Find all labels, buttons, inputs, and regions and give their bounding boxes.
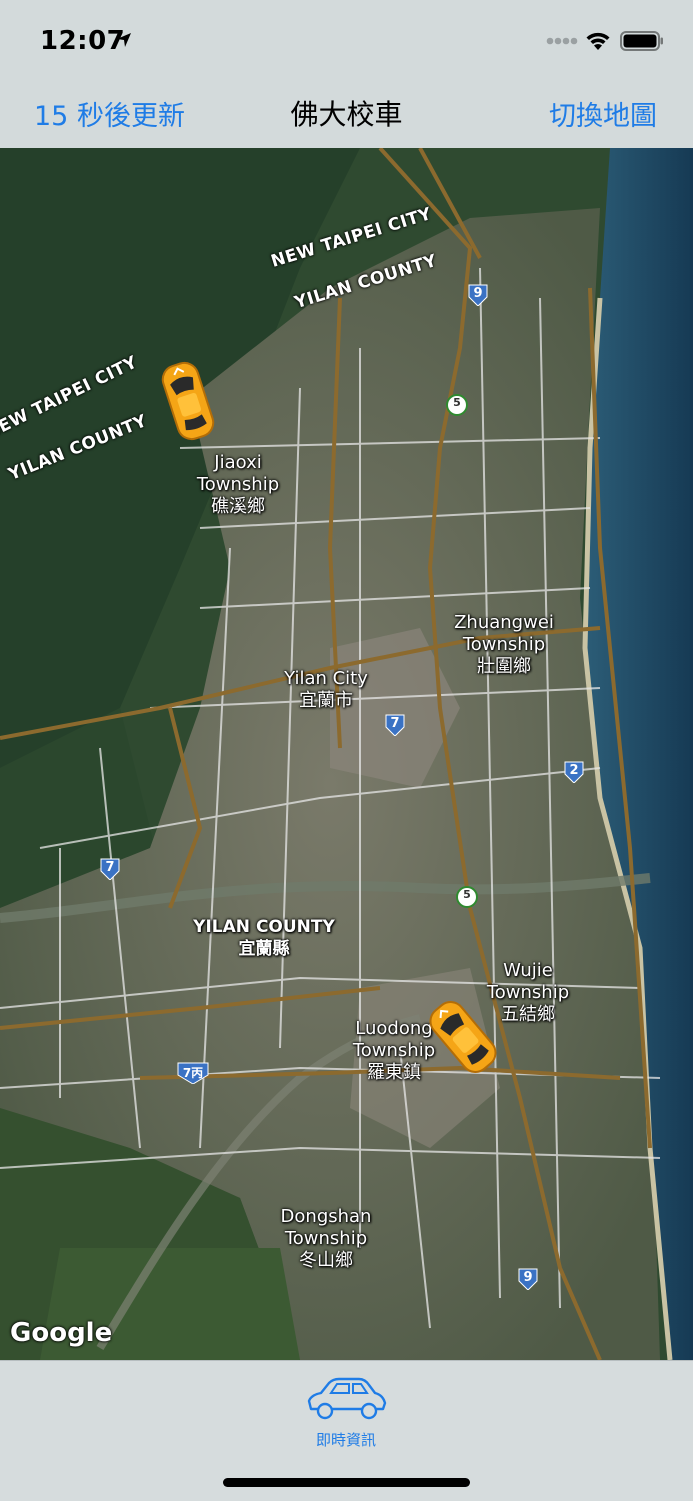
google-attribution-logo: Google [10,1318,113,1348]
tab-live-info[interactable]: 即時資訊 [296,1369,396,1449]
route-shield-label: 5 [463,888,471,901]
route-shield-label: 9 [523,1270,533,1285]
wifi-icon [586,32,610,50]
status-time: 12:07 [40,26,126,56]
car-icon [307,1377,387,1420]
place-label-jiaoxi: Jiaoxi Township 礁溪鄉 [196,452,280,517]
location-arrow-icon [117,33,131,47]
status-bar: 12:07 [0,0,693,80]
route-shield-9-south: 9 [517,1268,539,1290]
switch-map-button[interactable]: 切換地圖 [549,94,657,133]
route-shield-5-south: 5 [456,886,478,908]
place-label-wujie: Wujie Township 五結鄉 [486,960,570,1025]
route-shield-label: 7 [390,716,400,731]
cellular-signal-icon [546,37,578,45]
route-shield-9: 9 [467,284,489,306]
tab-live-info-label: 即時資訊 [315,1431,376,1449]
place-label-yilan-county: YILAN COUNTY 宜蘭縣 [193,917,335,959]
route-shield-2: 2 [563,761,585,783]
battery-icon [620,31,663,51]
place-label-yilan-city: Yilan City 宜蘭市 [284,668,368,711]
route-shield-7bing: 7丙 [176,1062,210,1084]
home-indicator[interactable] [223,1478,470,1487]
navigation-bar: 15 秒後更新 佛大校車 切換地圖 [0,80,693,149]
route-shield-7: 7 [384,714,406,736]
route-shield-label: 7丙 [182,1066,204,1080]
route-shield-7-west: 7 [99,858,121,880]
place-label-dongshan: Dongshan Township 冬山鄉 [280,1206,372,1271]
route-shield-label: 5 [453,396,461,409]
route-shield-label: 9 [473,286,483,301]
route-shield-5: 5 [446,394,468,416]
route-shield-label: 7 [105,860,115,875]
route-shield-label: 2 [569,763,579,778]
place-label-zhuangwei: Zhuangwei Township 壯圍鄉 [454,612,554,677]
satellite-map[interactable]: NEW TAIPEI CITY YILAN COUNTY NEW TAIPEI … [0,148,693,1360]
map-imagery [0,148,693,1360]
